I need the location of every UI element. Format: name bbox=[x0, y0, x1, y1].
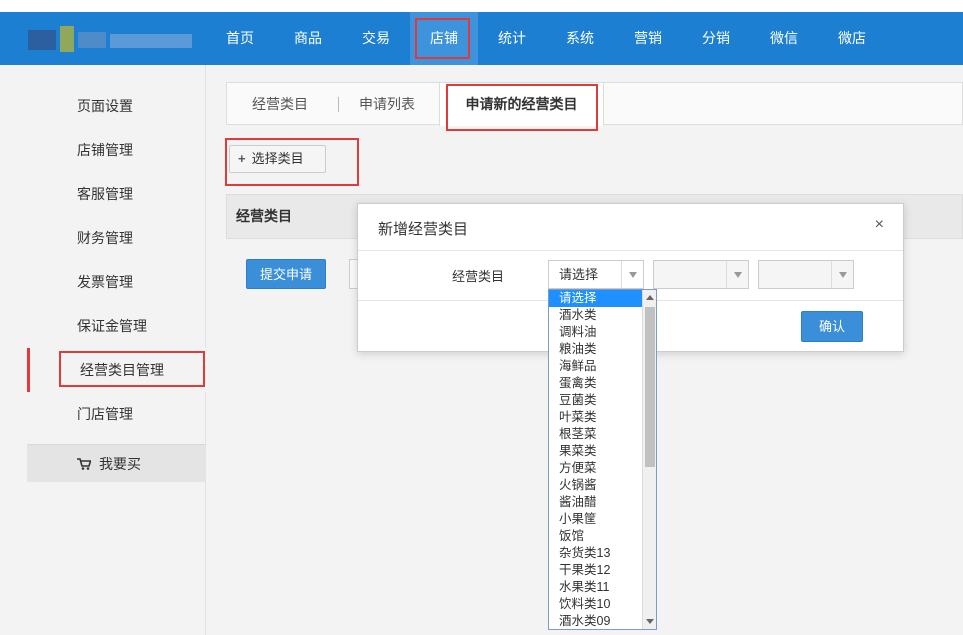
chevron-down-icon bbox=[726, 261, 748, 288]
category-level1-value: 请选择 bbox=[559, 267, 599, 282]
dropdown-option[interactable]: 火锅酱 bbox=[549, 477, 642, 494]
sidebar: 页面设置 店铺管理 客服管理 财务管理 发票管理 保证金管理 经营类目管理 门店… bbox=[27, 65, 206, 635]
logo bbox=[28, 26, 193, 53]
sidebar-item-deposit[interactable]: 保证金管理 bbox=[27, 304, 206, 348]
scroll-up-icon[interactable] bbox=[646, 295, 654, 300]
nav-item-trade[interactable]: 交易 bbox=[342, 12, 410, 65]
dropdown-option[interactable]: 干果类12 bbox=[549, 562, 642, 579]
nav-item-stats[interactable]: 统计 bbox=[478, 12, 546, 65]
modal-divider bbox=[358, 250, 903, 251]
close-icon[interactable]: × bbox=[875, 216, 884, 234]
dropdown-option[interactable]: 酒水类09 bbox=[549, 613, 642, 629]
category-level1-select[interactable]: 请选择 bbox=[548, 260, 644, 289]
scroll-thumb[interactable] bbox=[645, 307, 655, 467]
nav-item-microshop[interactable]: 微店 bbox=[818, 12, 886, 65]
dropdown-option[interactable]: 酱油醋 bbox=[549, 494, 642, 511]
chevron-down-icon bbox=[621, 261, 643, 288]
sidebar-item-business-category[interactable]: 经营类目管理 bbox=[27, 348, 206, 392]
confirm-button[interactable]: 确认 bbox=[801, 311, 863, 342]
dropdown-scrollbar[interactable] bbox=[642, 290, 656, 629]
dropdown-option[interactable]: 海鲜品 bbox=[549, 358, 642, 375]
sidebar-item-store-management[interactable]: 门店管理 bbox=[27, 392, 206, 436]
dropdown-option[interactable]: 请选择 bbox=[549, 290, 642, 307]
tab-bar: 经营类目 申请列表 申请新的经营类目 bbox=[226, 82, 963, 126]
nav-item-marketing[interactable]: 营销 bbox=[614, 12, 682, 65]
dropdown-option[interactable]: 酒水类 bbox=[549, 307, 642, 324]
dropdown-option[interactable]: 粮油类 bbox=[549, 341, 642, 358]
buy-button-label: 我要买 bbox=[99, 456, 141, 472]
dropdown-option[interactable]: 蛋禽类 bbox=[549, 375, 642, 392]
scroll-down-icon[interactable] bbox=[646, 619, 654, 624]
dropdown-option[interactable]: 杂货类13 bbox=[549, 545, 642, 562]
category-field-label: 经营类目 bbox=[452, 269, 505, 284]
category-level3-select[interactable] bbox=[758, 260, 854, 289]
tab-new-application[interactable]: 申请新的经营类目 bbox=[439, 83, 604, 126]
tab-business-category[interactable]: 经营类目 bbox=[252, 83, 308, 126]
nav-item-goods[interactable]: 商品 bbox=[274, 12, 342, 65]
sidebar-item-shop-management[interactable]: 店铺管理 bbox=[27, 128, 206, 172]
top-nav: 首页 商品 交易 店铺 统计 系统 营销 分销 微信 微店 bbox=[0, 12, 963, 65]
sidebar-item-invoice[interactable]: 发票管理 bbox=[27, 260, 206, 304]
nav-item-system[interactable]: 系统 bbox=[546, 12, 614, 65]
tab-separator bbox=[338, 97, 339, 112]
submit-application-button[interactable]: 提交申请 bbox=[246, 259, 326, 289]
sidebar-item-page-settings[interactable]: 页面设置 bbox=[27, 84, 206, 128]
buy-button[interactable]: 我要买 bbox=[27, 444, 206, 482]
select-category-label: 选择类目 bbox=[251, 151, 304, 166]
modal-title: 新增经营类目 bbox=[378, 221, 469, 238]
dropdown-option[interactable]: 水果类11 bbox=[549, 579, 642, 596]
dropdown-option[interactable]: 饭馆 bbox=[549, 528, 642, 545]
tab-application-list[interactable]: 申请列表 bbox=[359, 83, 415, 126]
plus-icon: + bbox=[238, 151, 246, 166]
dropdown-option[interactable]: 豆菌类 bbox=[549, 392, 642, 409]
nav-item-home[interactable]: 首页 bbox=[206, 12, 274, 65]
dropdown-option[interactable]: 果菜类 bbox=[549, 443, 642, 460]
nav-item-shop[interactable]: 店铺 bbox=[410, 12, 478, 65]
top-strip bbox=[0, 0, 963, 12]
dropdown-option[interactable]: 调料油 bbox=[549, 324, 642, 341]
chevron-down-icon bbox=[831, 261, 853, 288]
dropdown-option[interactable]: 叶菜类 bbox=[549, 409, 642, 426]
dropdown-option[interactable]: 饮料类10 bbox=[549, 596, 642, 613]
dropdown-option[interactable]: 方便菜 bbox=[549, 460, 642, 477]
nav-item-wechat[interactable]: 微信 bbox=[750, 12, 818, 65]
category-level2-select[interactable] bbox=[653, 260, 749, 289]
cart-icon bbox=[77, 458, 91, 470]
category-dropdown-list[interactable]: 请选择 酒水类 调料油 粮油类 海鲜品 蛋禽类 豆菌类 叶菜类 根茎菜 果菜类 方便菜 火锅酱 酱油醋小… bbox=[548, 289, 657, 630]
dropdown-option[interactable]: 小果筐 bbox=[549, 511, 642, 528]
select-category-button[interactable]: + 选择类目 bbox=[229, 145, 326, 173]
sidebar-item-customer-service[interactable]: 客服管理 bbox=[27, 172, 206, 216]
nav-item-distribution[interactable]: 分销 bbox=[682, 12, 750, 65]
dropdown-option[interactable]: 根茎菜 bbox=[549, 426, 642, 443]
sidebar-item-finance[interactable]: 财务管理 bbox=[27, 216, 206, 260]
